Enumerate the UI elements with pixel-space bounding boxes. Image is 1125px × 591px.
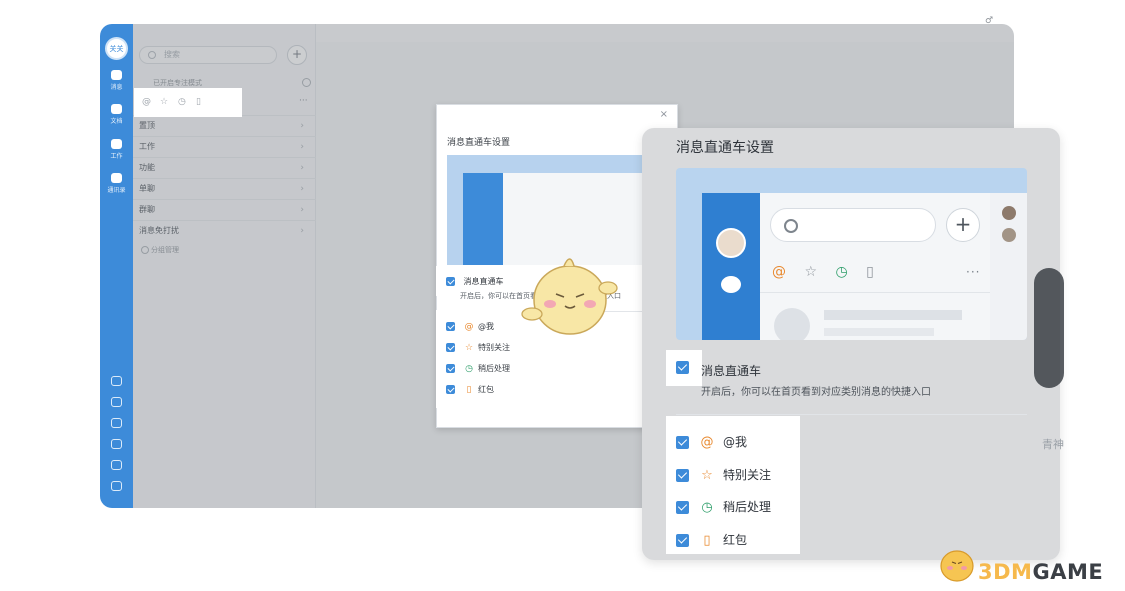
option-label: 特别关注: [723, 468, 772, 482]
text-placeholder: [824, 328, 934, 336]
at-icon: @: [772, 264, 786, 280]
settings-icon[interactable]: [111, 481, 122, 491]
divider: [676, 414, 1027, 415]
red-packet-icon: ▯: [866, 264, 874, 280]
calendar-icon[interactable]: [111, 376, 122, 386]
option-row-red-packet[interactable]: ▯ 红包: [446, 384, 494, 395]
avatar: [1002, 206, 1016, 220]
main-option-checkbox[interactable]: [446, 277, 455, 286]
preview-rail: [702, 193, 760, 340]
grid-icon: [111, 139, 122, 149]
avatar: [1002, 228, 1016, 242]
option-label: @我: [723, 435, 748, 449]
chat-icon: [721, 276, 741, 293]
clock-icon: ◷: [835, 264, 848, 280]
quick-entry-strip: @ ☆ ◷ ▯: [134, 88, 242, 117]
option-hint: 开启后，你可以在首页看到对应类别消息的快捷入口: [701, 387, 931, 398]
option-checkbox[interactable]: [446, 322, 455, 331]
main-option-row[interactable]: 消息直通车: [446, 276, 504, 287]
mascot-chick-icon: [521, 258, 618, 335]
add-button: +: [946, 208, 980, 242]
rail-item-messages[interactable]: 消息: [100, 70, 133, 91]
brand-text-game: GAME: [1032, 560, 1104, 584]
rail-item-label: 工作: [110, 153, 123, 160]
option-row-later[interactable]: ◷ 稍后处理: [676, 498, 771, 515]
brand-logo: 3DMGAME: [978, 560, 1103, 584]
option-label: @我: [478, 322, 494, 331]
option-row-special[interactable]: ☆ 特别关注: [676, 466, 771, 483]
option-label: 红包: [723, 533, 748, 547]
at-icon[interactable]: @: [142, 97, 151, 107]
option-row-at-me[interactable]: @ @我: [676, 433, 747, 450]
document-icon: [111, 104, 122, 114]
option-checkbox[interactable]: [676, 469, 689, 482]
phone-icon[interactable]: [111, 439, 122, 449]
more-icon: ···: [966, 265, 981, 279]
main-option-label: 消息直通车: [701, 364, 762, 378]
clock-icon: ◷: [465, 364, 473, 374]
chat-icon: [111, 70, 122, 80]
option-row-later[interactable]: ◷ 稍后处理: [446, 363, 510, 374]
preview-rail: [463, 173, 503, 265]
task-icon[interactable]: [111, 397, 122, 407]
rail-item-label: 通讯录: [107, 187, 126, 194]
option-checkbox[interactable]: [676, 534, 689, 547]
side-label: 青神: [1042, 438, 1064, 451]
main-option-label: 消息直通车: [463, 277, 504, 286]
avatar-placeholder: [774, 308, 810, 340]
at-icon: @: [464, 322, 474, 332]
brand-mascot-icon: [940, 550, 974, 582]
user-avatar[interactable]: 关关: [105, 37, 128, 60]
dialog-title: 消息直通车设置: [447, 138, 511, 148]
clock-icon[interactable]: ◷: [178, 97, 186, 107]
window-pin-icon[interactable]: ♂: [985, 16, 993, 26]
at-icon: @: [700, 435, 714, 450]
dialog-title: 消息直通车设置: [676, 140, 774, 156]
nav-rail: 关关 消息 文档 工作 通讯录: [100, 24, 133, 508]
quick-entry-icons: @ ☆ ◷ ▯: [772, 264, 888, 280]
option-checkbox[interactable]: [676, 436, 689, 449]
option-label: 特别关注: [478, 343, 510, 352]
star-icon: ☆: [804, 264, 818, 280]
text-placeholder: [824, 310, 962, 320]
preview-image: + @ ☆ ◷ ▯ ···: [676, 168, 1027, 340]
star-icon: ☆: [701, 468, 713, 483]
option-checkbox[interactable]: [446, 364, 455, 373]
red-packet-icon[interactable]: ▯: [196, 97, 201, 107]
option-label: 红包: [478, 385, 494, 394]
divider: [760, 292, 990, 293]
main-option-checkbox[interactable]: [676, 361, 689, 374]
option-row-at-me[interactable]: @ @我: [446, 321, 494, 332]
star-icon: ☆: [464, 343, 474, 353]
avatar: [1034, 268, 1064, 388]
rail-item-label: 消息: [110, 84, 123, 91]
rail-item-label: 文档: [110, 118, 123, 125]
option-label: 稍后处理: [478, 364, 510, 373]
rail-item-work[interactable]: 工作: [100, 139, 133, 160]
lightning-icon[interactable]: [111, 418, 122, 428]
red-packet-icon: ▯: [703, 533, 711, 548]
contacts-icon: [111, 173, 122, 183]
option-checkbox[interactable]: [446, 343, 455, 352]
star-icon[interactable]: ☆: [160, 97, 168, 107]
option-checkbox[interactable]: [676, 501, 689, 514]
close-icon[interactable]: ×: [660, 109, 668, 120]
avatar: [716, 228, 746, 258]
option-label: 稍后处理: [723, 500, 772, 514]
option-row-special[interactable]: ☆ 特别关注: [446, 342, 510, 353]
clock-icon: ◷: [701, 500, 713, 515]
search-input: [770, 208, 936, 242]
red-packet-icon: ▯: [466, 385, 472, 395]
more-icon[interactable]: ···: [299, 96, 308, 106]
rail-item-docs[interactable]: 文档: [100, 104, 133, 125]
option-row-red-packet[interactable]: ▯ 红包: [676, 531, 747, 548]
rail-item-contacts[interactable]: 通讯录: [100, 173, 133, 194]
brand-text-3dm: 3DM: [978, 560, 1033, 584]
mail-icon[interactable]: [111, 460, 122, 470]
option-checkbox[interactable]: [446, 385, 455, 394]
